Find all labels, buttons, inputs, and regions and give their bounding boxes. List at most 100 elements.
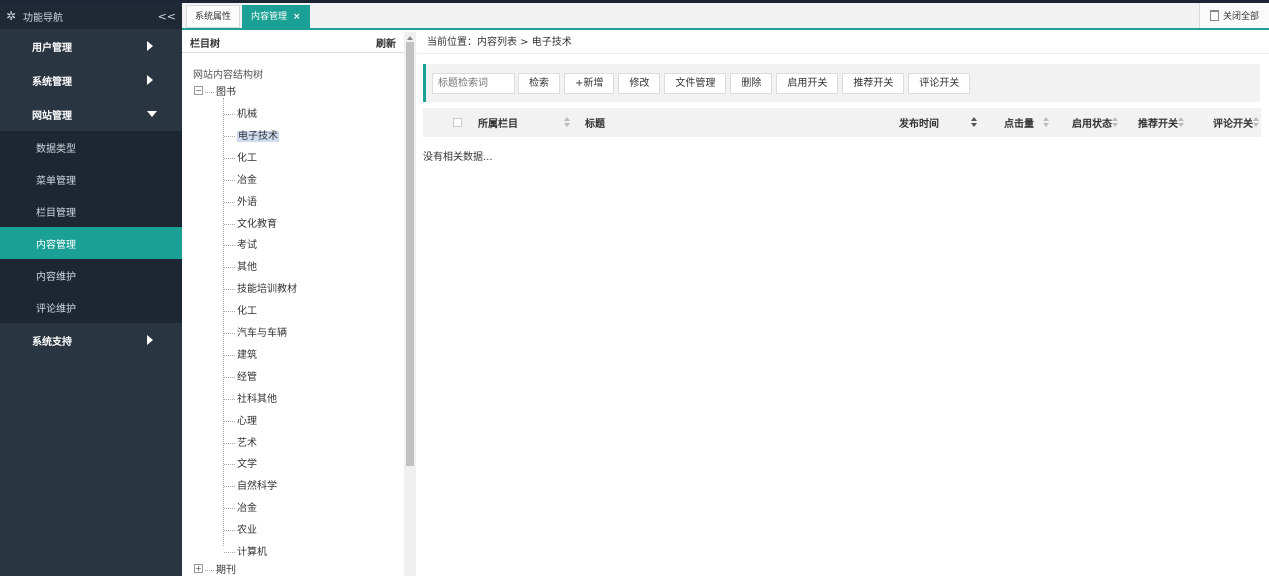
tree-node-label: 自然科学 [237,481,277,492]
column-header-label: 所属栏目 [478,119,518,130]
tree-node-label: 期刊 [216,565,236,576]
tree-node-child[interactable]: 社科其他 [224,390,277,405]
tree-connector [205,569,214,571]
column-header-enabled-status[interactable]: 启用状态 [1054,108,1120,137]
column-header-comment[interactable]: 评论开关 [1186,108,1261,137]
tree-node-label: 技能培训教材 [237,284,297,295]
file-management-button[interactable]: 文件管理 [664,72,727,94]
refresh-button[interactable]: 刷新 [376,35,396,50]
tree-node-child[interactable]: 经管 [224,368,257,383]
tree-scrollbar[interactable] [404,32,416,576]
tab-label: 系统属性 [195,12,232,22]
column-header-recommend[interactable]: 推荐开关 [1120,108,1186,137]
nav-item-system-support[interactable]: 系统支持 [0,323,182,357]
tree-node-child[interactable]: 其他 [224,258,257,273]
collapse-toggle-icon[interactable]: − [194,86,203,95]
comment-toggle-button[interactable]: 评论开关 [908,72,971,94]
tree-node-child[interactable]: 外语 [224,193,257,208]
tree-connector [224,244,235,246]
recommend-toggle-button[interactable]: 推荐开关 [842,72,905,94]
tree-node-child[interactable]: 化工 [224,302,257,317]
tree-node-child[interactable]: 机械 [224,105,257,120]
tree-node-child[interactable]: 农业 [224,521,257,536]
tree-node-label: 文化教育 [237,219,277,230]
nav-header: ✲ 功能导航 << [0,3,182,29]
arrow-down-icon [147,111,157,117]
expand-toggle-icon[interactable]: + [194,564,203,573]
column-header-category[interactable]: 所属栏目 [475,108,575,137]
tree-node-label: 心理 [237,416,257,427]
delete-button[interactable]: 删除 [730,72,773,94]
sort-icon[interactable] [1112,117,1119,128]
sort-icon[interactable] [971,117,978,128]
tree-connector [224,332,235,334]
tree-node-book[interactable]: 图书 [205,83,236,98]
sort-icon[interactable] [564,117,571,128]
tree-node-child[interactable]: 技能培训教材 [224,280,297,295]
tab-bar: 系统属性 内容管理 × 关闭全部 [182,3,1269,30]
close-icon[interactable]: × [293,12,301,22]
tab-label: 内容管理 [251,12,288,22]
tab-content-management[interactable]: 内容管理 × [242,5,310,28]
tree-node-journal[interactable]: 期刊 [205,561,236,576]
tree-node-child[interactable]: 汽车与车辆 [224,324,287,339]
title-search-input[interactable] [432,72,515,94]
nav-subitem-label: 数据类型 [36,143,76,155]
nav-item-user-management[interactable]: 用户管理 [0,29,182,63]
arrow-right-icon [147,75,153,85]
tree-connector [224,420,235,422]
tree-node-child[interactable]: 电子技术 [224,127,279,142]
nav-subitem-data-type[interactable]: 数据类型 [0,131,182,163]
sort-icon[interactable] [1043,117,1050,128]
column-tree-panel: 栏目树 刷新 网站内容结构树 − 图书 + 期刊 机械 电子技术 化工 冶金 外语 文化教… [182,32,416,576]
tree-node-child[interactable]: 建筑 [224,346,257,361]
tree-connector [224,507,235,509]
sort-icon[interactable] [1178,117,1185,128]
nav-item-website-management[interactable]: 网站管理 [0,97,182,131]
tab-system-properties[interactable]: 系统属性 [186,5,241,28]
tree-node-label: 经管 [237,372,257,383]
column-header-title[interactable]: 标题 [575,108,897,137]
nav-subitem-content-management[interactable]: 内容管理 [0,227,182,259]
enable-toggle-button[interactable]: 启用开关 [776,72,839,94]
tree-node-child[interactable]: 冶金 [224,499,257,514]
tree-node-child[interactable]: 文化教育 [224,215,277,230]
tree-node-child[interactable]: 冶金 [224,171,257,186]
sort-icon[interactable] [1253,117,1260,128]
scrollbar-thumb[interactable] [406,42,414,466]
tree-node-child[interactable]: 心理 [224,412,257,427]
tree-connector [224,376,235,378]
tree-node-child[interactable]: 化工 [224,149,257,164]
add-button[interactable]: +新增 [564,72,615,94]
nav-item-system-management[interactable]: 系统管理 [0,63,182,97]
tree-node-label: 艺术 [237,438,257,449]
nav-subitem-content-maintenance[interactable]: 内容维护 [0,259,182,291]
tree-node-child[interactable]: 艺术 [224,434,257,449]
collapse-nav-button[interactable]: << [158,10,176,23]
tree-connector [224,157,235,159]
nav-subitem-comment-maintenance[interactable]: 评论维护 [0,291,182,323]
column-header-label: 发布时间 [899,119,939,130]
tree-node-child[interactable]: 自然科学 [224,477,277,492]
edit-button[interactable]: 修改 [618,72,661,94]
nav-subitem-label: 菜单管理 [36,175,76,187]
select-all-checkbox[interactable] [453,118,462,127]
column-header-clicks[interactable]: 点击量 [982,108,1054,137]
scroll-up-icon[interactable] [407,36,413,40]
tree-node-child[interactable]: 计算机 [224,543,267,558]
tree-connector [224,113,235,115]
tree-connector [224,310,235,312]
tree-node-child[interactable]: 考试 [224,236,257,251]
tree-root-label: 网站内容结构树 [193,70,263,81]
nav-item-label: 用户管理 [32,42,72,54]
nav-subitem-menu-management[interactable]: 菜单管理 [0,163,182,195]
column-header-publish-time[interactable]: 发布时间 [897,108,982,137]
tree-node-child[interactable]: 文学 [224,455,257,470]
tree-connector [224,223,235,225]
nav-subitem-column-management[interactable]: 栏目管理 [0,195,182,227]
tree-node-label: 冶金 [237,503,257,514]
tree-connector [224,135,235,137]
search-button[interactable]: 检索 [518,72,560,94]
close-all-button[interactable]: 关闭全部 [1199,3,1269,28]
tree-connector [224,266,235,268]
